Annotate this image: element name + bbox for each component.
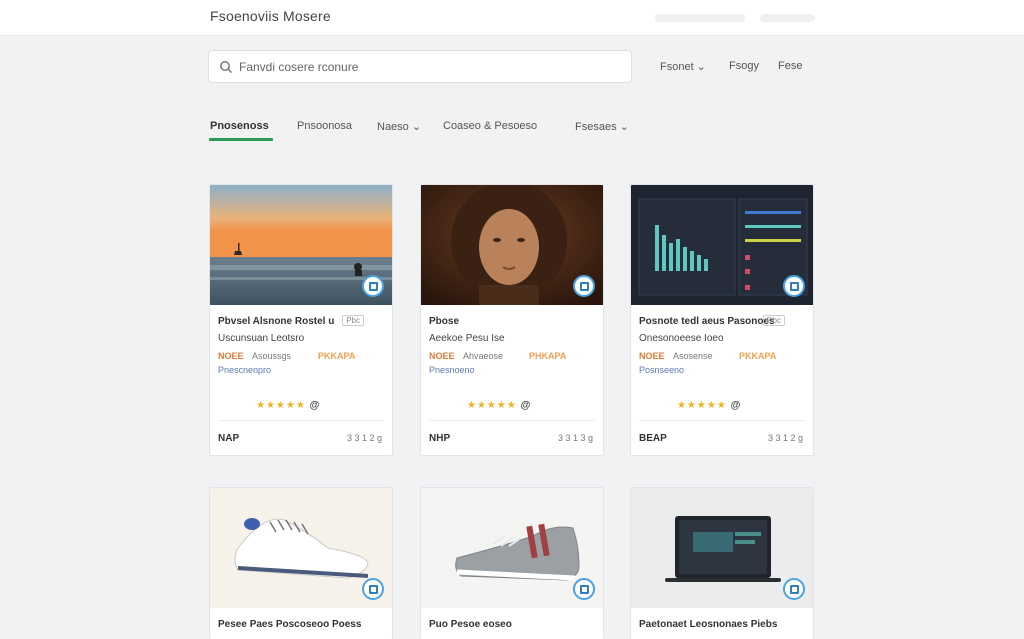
bookmark-icon[interactable] (573, 275, 595, 297)
product-title: Posnote tedl aeus Pasonoes (639, 316, 775, 327)
product-image (631, 185, 813, 305)
tab-1[interactable]: Pnsoonosa (297, 120, 352, 132)
product-price: NOEE (218, 351, 244, 361)
header-link-sign-in[interactable]: Fsogy (729, 60, 759, 72)
product-price: NOEE (429, 351, 455, 361)
tab-4[interactable]: Fsesaes ⌄ (575, 120, 629, 133)
rating-stars-glyphs: ★★★★★ (256, 400, 306, 411)
card-footer-left: NAP (218, 433, 240, 444)
card-footer-right: 3 3 1 3 g (557, 433, 593, 443)
product-meta: Ahvaeose (463, 351, 504, 361)
card-footer-left: BEAP (639, 433, 667, 444)
rating-stars: ★★★★★ @ (677, 400, 740, 411)
rating-stars-glyphs: ★★★★★ (467, 400, 517, 411)
card-divider (639, 420, 805, 421)
product-tag: Posnseeno (639, 365, 685, 375)
top-placeholder-left (655, 14, 745, 22)
tab-3[interactable]: Coaseo & Pesoeso (443, 120, 537, 132)
rating-stars: ★★★★★ @ (256, 400, 319, 411)
product-title: Pesee Paes Poscoseoo Poess (218, 619, 362, 630)
search-box[interactable] (208, 50, 632, 83)
category-tabs: Pnosenoss Pnsoonosa Naeso ⌄ Coaseo & Pes… (0, 116, 1024, 146)
bookmark-icon[interactable] (783, 275, 805, 297)
product-meta: Asoussgs (252, 351, 292, 361)
product-title: Pbose (429, 316, 460, 327)
tab-2[interactable]: Naeso ⌄ (377, 120, 421, 133)
product-card[interactable]: Pbose Aeekoe Pesu Ise NOEE Ahvaeose PHKA… (420, 184, 604, 456)
header-link-filter[interactable]: Fsonet ⌄ (660, 60, 706, 73)
product-title: Paetonaet Leosnonaes Piebs (639, 619, 778, 630)
product-card[interactable]: Puo Pesoe eoseo (420, 487, 604, 639)
card-footer-left: NHP (429, 433, 451, 444)
card-divider (218, 420, 384, 421)
product-deal: PHKAPA (529, 351, 567, 361)
header-link-help[interactable]: Fese (778, 60, 802, 72)
product-card[interactable]: Posnote tedl aeus Pasonoes Dbc Onesonoee… (630, 184, 814, 456)
product-meta: Asosense (673, 351, 713, 361)
product-deal: PKKAPA (318, 351, 356, 361)
product-price: NOEE (639, 351, 665, 361)
product-tag: Pnescnenpro (218, 365, 272, 375)
card-footer-right: 3 3 1 2 g (767, 433, 803, 443)
top-placeholder-right (760, 14, 815, 22)
product-card[interactable]: Pesee Paes Poscoseoo Poess (209, 487, 393, 639)
active-tab-indicator (209, 138, 273, 141)
product-card[interactable]: Pbvsel Alsnone Rostel u Pbc Uscunsuan Le… (209, 184, 393, 456)
product-image (421, 185, 603, 305)
rating-stars: ★★★★★ @ (467, 400, 530, 411)
card-divider (429, 420, 595, 421)
product-tag: Pnesnoeno (429, 365, 475, 375)
product-subtitle: Uscunsuan Leotsro (218, 333, 305, 344)
product-image (210, 488, 392, 608)
bookmark-icon[interactable] (783, 578, 805, 600)
card-footer-right: 3 3 1 2 g (346, 433, 382, 443)
product-image (631, 488, 813, 608)
bookmark-icon[interactable] (362, 578, 384, 600)
product-chip: Pbc (342, 315, 364, 326)
app-title: Fsoenoviis Mosere (210, 8, 331, 24)
tab-0[interactable]: Pnosenoss (210, 120, 269, 132)
product-image (210, 185, 392, 305)
product-subtitle: Onesonoeese Ioeo (639, 333, 724, 344)
product-image (421, 488, 603, 608)
rating-mark: @ (730, 400, 741, 411)
rating-mark: @ (309, 400, 320, 411)
product-deal: PKKAPA (739, 351, 777, 361)
search-input[interactable] (239, 57, 619, 77)
rating-mark: @ (520, 400, 531, 411)
product-chip: Dbc (762, 315, 785, 326)
product-title: Pbvsel Alsnone Rostel u (218, 316, 335, 327)
product-title: Puo Pesoe eoseo (429, 619, 512, 630)
product-card[interactable]: Paetonaet Leosnonaes Piebs (630, 487, 814, 639)
product-subtitle: Aeekoe Pesu Ise (429, 333, 505, 344)
top-bar: Fsoenoviis Mosere (0, 0, 1024, 36)
rating-stars-glyphs: ★★★★★ (677, 400, 727, 411)
bookmark-icon[interactable] (573, 578, 595, 600)
bookmark-icon[interactable] (362, 275, 384, 297)
search-icon (220, 61, 233, 74)
